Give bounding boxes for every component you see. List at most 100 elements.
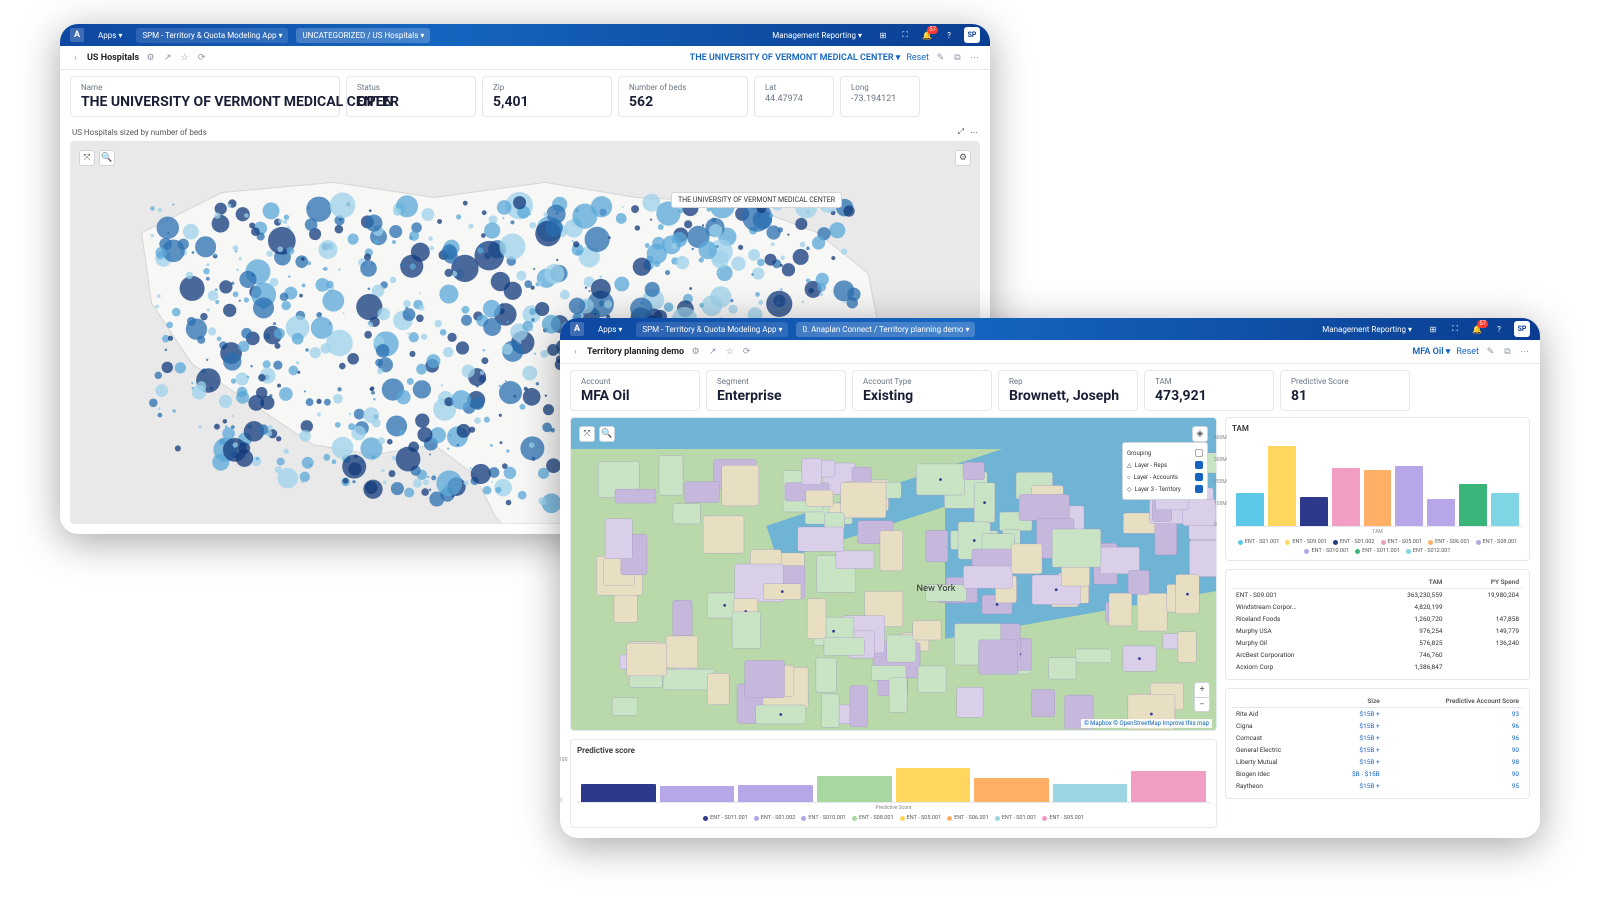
table-row[interactable]: Raytheon$15B +95	[1232, 780, 1523, 792]
copy-icon[interactable]: ⧉	[952, 52, 963, 63]
grouping-checkbox[interactable]	[1195, 449, 1203, 457]
help-icon[interactable]: ?	[1492, 322, 1506, 336]
help-icon[interactable]: ?	[942, 28, 956, 42]
table-row[interactable]: Rite Aid$15B +93	[1232, 708, 1523, 721]
grid-icon[interactable]: ⊞	[1426, 322, 1440, 336]
app-name-pill[interactable]: SPM - Territory & Quota Modeling App ▾	[636, 322, 788, 337]
chart-bar[interactable]	[581, 784, 656, 802]
map-attribution[interactable]: © Mapbox © OpenStreetMap Improve this ma…	[1081, 719, 1212, 728]
management-reporting-menu[interactable]: Management Reporting ▾	[766, 28, 868, 43]
tam-table-panel: TAMPY SpendENT - S09.001363,230,55919,98…	[1225, 569, 1530, 680]
table-row[interactable]: Riceland Foods1,260,720147,858	[1232, 613, 1523, 625]
back-icon[interactable]: ‹	[570, 346, 581, 357]
legend-item: ENT - S01.001	[995, 815, 1037, 821]
breadcrumb-page[interactable]: 0. Anaplan Connect / Territory planning …	[796, 322, 975, 337]
back-icon[interactable]: ‹	[70, 52, 81, 63]
chart-bar[interactable]	[1459, 484, 1487, 526]
chart-bar[interactable]	[1491, 493, 1519, 526]
kpi-label: Long	[851, 83, 909, 92]
grid-icon[interactable]: ⊞	[876, 28, 890, 42]
table-row[interactable]: ENT - S09.001363,230,55919,980,204	[1232, 589, 1523, 602]
apps-menu[interactable]: Apps ▾	[92, 28, 128, 43]
reset-button[interactable]: Reset	[1456, 347, 1479, 357]
entity-selector[interactable]: THE UNIVERSITY OF VERMONT MEDICAL CENTER…	[690, 53, 901, 63]
settings-icon[interactable]: ⚙	[145, 52, 156, 63]
share-icon[interactable]: ↗	[162, 52, 173, 63]
layer-row[interactable]: ○Layer - Accounts	[1127, 471, 1203, 483]
edit-icon[interactable]: ✎	[1485, 346, 1496, 357]
kpi-label: Account	[581, 377, 689, 386]
avatar[interactable]: SP	[1514, 321, 1530, 337]
table-row[interactable]: Cigna$15B +96	[1232, 720, 1523, 732]
management-reporting-menu[interactable]: Management Reporting ▾	[1316, 322, 1418, 337]
table-row[interactable]: Acxiom Corp1,386,847	[1232, 661, 1523, 673]
zoom-control: + −	[1194, 682, 1210, 712]
chart-bar[interactable]	[660, 786, 735, 802]
chart-bar[interactable]	[1332, 468, 1360, 526]
chart-bar[interactable]	[1395, 466, 1423, 526]
table-row[interactable]: Liberty Mutual$15B +98	[1232, 756, 1523, 768]
layer-row[interactable]: ◇Layer 3 - Territory	[1127, 483, 1203, 495]
refresh-icon[interactable]: ⟳	[741, 346, 752, 357]
star-icon[interactable]: ☆	[724, 346, 735, 357]
breadcrumb-page[interactable]: UNCATEGORIZED / US Hospitals ▾	[296, 28, 430, 43]
chart-bar[interactable]	[1268, 446, 1296, 526]
map-search-icon[interactable]: 🔍	[99, 150, 115, 166]
entity-selector[interactable]: MFA Oil ▾	[1412, 347, 1450, 357]
apps-menu[interactable]: Apps ▾	[592, 322, 628, 337]
kpi-label: Rep	[1009, 377, 1127, 386]
layer-toggle[interactable]	[1195, 473, 1203, 481]
layer-toggle[interactable]	[1195, 461, 1203, 469]
kpi-value: -73.194121	[851, 94, 909, 104]
map-search-icon[interactable]: 🔍	[599, 426, 615, 442]
more-icon[interactable]: ⋯	[969, 52, 980, 63]
chart-bar[interactable]	[1053, 784, 1128, 802]
avatar[interactable]: SP	[964, 27, 980, 43]
chart-bar[interactable]	[1300, 497, 1328, 526]
chart-bar[interactable]	[738, 785, 813, 802]
bell-icon[interactable]: 🔔57	[920, 28, 934, 42]
share-icon[interactable]: ↗	[707, 346, 718, 357]
chart-bar[interactable]	[974, 778, 1049, 802]
app-name-pill[interactable]: SPM - Territory & Quota Modeling App ▾	[136, 28, 288, 43]
layer-row[interactable]: △Layer - Reps	[1127, 459, 1203, 471]
app-logo-icon[interactable]: A	[570, 322, 584, 336]
map-fit-icon[interactable]: ⤧	[79, 150, 95, 166]
map-layers-icon[interactable]: ◈	[1192, 426, 1208, 442]
map-settings-icon[interactable]: ⚙	[955, 150, 971, 166]
bell-icon[interactable]: 🔔57	[1470, 322, 1484, 336]
chart-bar[interactable]	[1236, 493, 1264, 526]
app-logo-icon[interactable]: A	[70, 28, 84, 42]
accounts-table: SizePredictive Account ScoreRite Aid$15B…	[1232, 695, 1523, 792]
table-row[interactable]: Murphy Oil576,825136,240	[1232, 637, 1523, 649]
zoom-in-button[interactable]: +	[1195, 683, 1209, 697]
table-row[interactable]: Comcast$15B +96	[1232, 732, 1523, 744]
expand-icon[interactable]: ⛶	[898, 28, 912, 42]
map-fit-icon[interactable]: ⤧	[579, 426, 595, 442]
zoom-out-button[interactable]: −	[1195, 697, 1209, 711]
table-row[interactable]: Murphy USA976,254149,779	[1232, 625, 1523, 637]
table-row[interactable]: Biogen Idec$B - $15B90	[1232, 768, 1523, 780]
edit-icon[interactable]: ✎	[935, 52, 946, 63]
chart-bar[interactable]	[817, 776, 892, 802]
fullscreen-icon[interactable]: ⤢	[958, 127, 964, 137]
reset-button[interactable]: Reset	[906, 53, 929, 63]
expand-icon[interactable]: ⛶	[1448, 322, 1462, 336]
territory-map[interactable]: New York ⤧ 🔍 ◈ Grouping △Layer - Reps ○L…	[570, 417, 1217, 731]
more-icon[interactable]: ⋯	[1519, 346, 1530, 357]
chart-bar[interactable]	[1427, 499, 1455, 526]
refresh-icon[interactable]: ⟳	[196, 52, 207, 63]
settings-icon[interactable]: ⚙	[690, 346, 701, 357]
chart-bar[interactable]	[1364, 470, 1392, 526]
chart-bar[interactable]	[1131, 771, 1206, 802]
table-row[interactable]: General Electric$15B +90	[1232, 744, 1523, 756]
layer-toggle[interactable]	[1195, 485, 1203, 493]
panel-more-icon[interactable]: ⋯	[970, 128, 978, 137]
legend-item: ENT - S05.001	[1381, 539, 1423, 545]
table-row[interactable]: Windstream Corpor…4,820,199	[1232, 601, 1523, 613]
table-row[interactable]: ArcBest Corporation746,760	[1232, 649, 1523, 661]
col-header: Predictive Account Score	[1384, 695, 1523, 708]
chart-bar[interactable]	[896, 768, 971, 802]
star-icon[interactable]: ☆	[179, 52, 190, 63]
copy-icon[interactable]: ⧉	[1502, 346, 1513, 357]
